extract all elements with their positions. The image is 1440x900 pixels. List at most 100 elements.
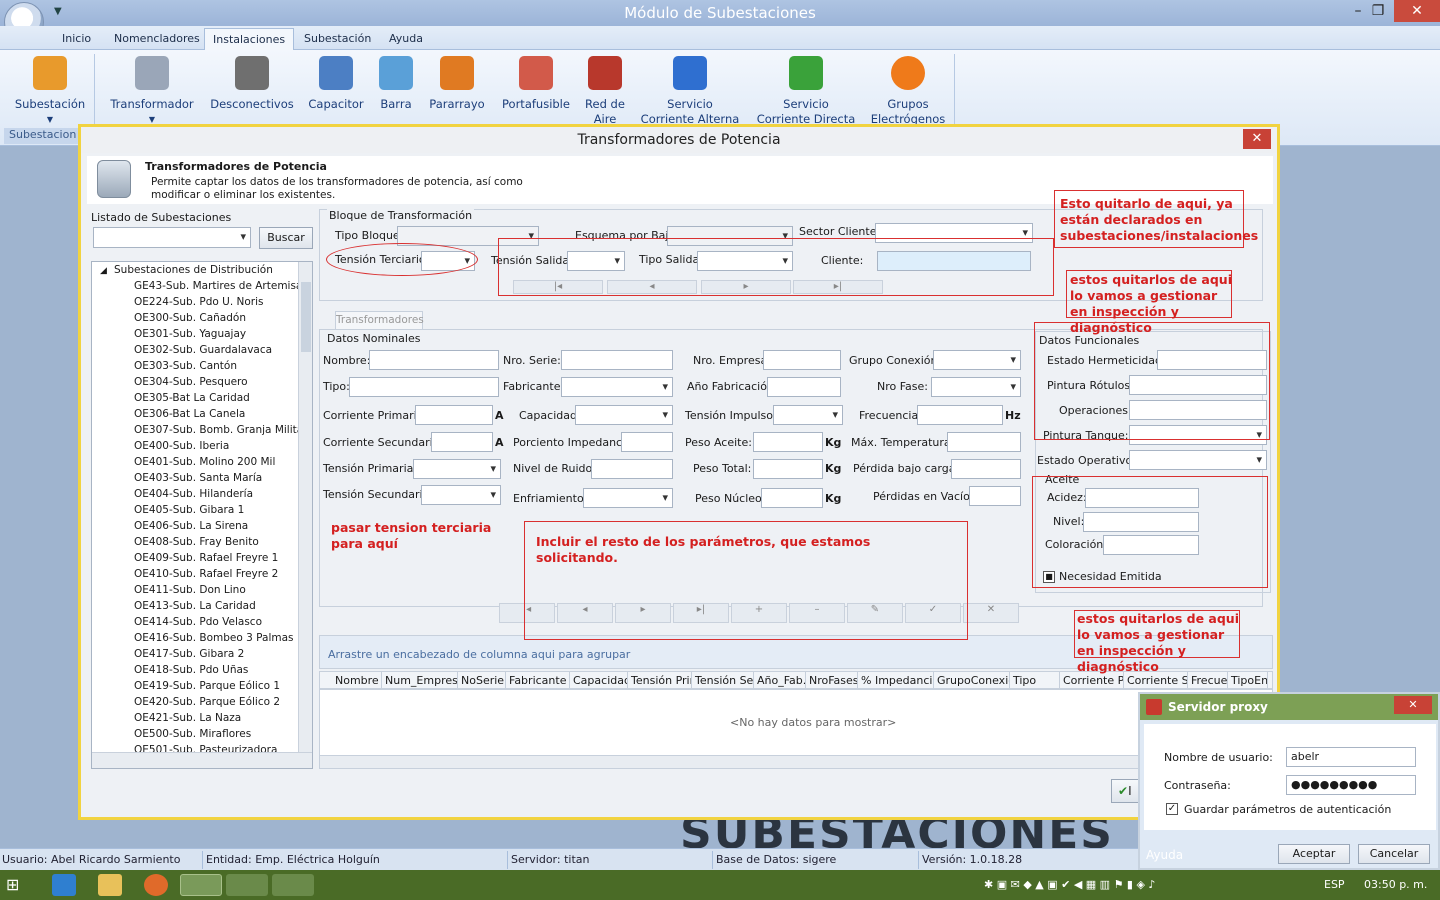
tree-item[interactable]: OE418-Sub. Pdo Uñas bbox=[134, 664, 248, 676]
tree-item[interactable]: OE400-Sub. Iberia bbox=[134, 440, 229, 452]
nro-fase-select[interactable]: ▾ bbox=[931, 377, 1021, 397]
grid-column-header[interactable]: Tensión Prim bbox=[628, 672, 692, 688]
peso-nucleo-input[interactable] bbox=[761, 488, 823, 508]
tree-item[interactable]: OE411-Sub. Don Lino bbox=[134, 584, 246, 596]
grid-column-header[interactable]: NoSerie bbox=[458, 672, 506, 688]
menu-instalaciones[interactable]: Instalaciones bbox=[204, 28, 295, 51]
tree-item[interactable]: GE43-Sub. Martires de Artemisa bbox=[134, 280, 302, 292]
tree-item[interactable]: OE410-Sub. Rafael Freyre 2 bbox=[134, 568, 278, 580]
corriente-primaria-input[interactable] bbox=[415, 405, 493, 425]
tree-root[interactable]: Subestaciones de Distribución bbox=[114, 264, 273, 276]
menu-ayuda[interactable]: Ayuda bbox=[389, 32, 423, 45]
quick-access-dropdown-icon[interactable]: ▼ bbox=[54, 6, 62, 17]
capacidad-select[interactable]: ▾ bbox=[575, 405, 673, 425]
grid-column-header[interactable]: Año_Fab. bbox=[754, 672, 806, 688]
corriente-secundaria-input[interactable] bbox=[431, 432, 493, 452]
tree-item[interactable]: OE404-Sub. Hilandería bbox=[134, 488, 253, 500]
tree-item[interactable]: OE301-Sub. Yaguajay bbox=[134, 328, 246, 340]
kaspersky-taskbar-icon[interactable] bbox=[226, 874, 268, 896]
tree-item[interactable]: OE304-Sub. Pesquero bbox=[134, 376, 248, 388]
tree-item[interactable]: OE401-Sub. Molino 200 Mil bbox=[134, 456, 275, 468]
tree-item[interactable]: OE413-Sub. La Caridad bbox=[134, 600, 256, 612]
tree-item[interactable]: OE405-Sub. Gibara 1 bbox=[134, 504, 244, 516]
peso-aceite-input[interactable] bbox=[753, 432, 823, 452]
tree-item[interactable]: OE307-Sub. Bomb. Granja Militar bbox=[134, 424, 308, 436]
tree-item[interactable]: OE305-Bat La Caridad bbox=[134, 392, 250, 404]
windows-start-icon[interactable]: ⊞ bbox=[6, 874, 30, 896]
tree-expand-icon[interactable]: ◢ bbox=[100, 266, 107, 276]
proxy-help-link[interactable]: Ayuda bbox=[1146, 848, 1183, 862]
ribbon-capacitor-button[interactable]: Capacitor bbox=[306, 56, 366, 112]
buscar-button[interactable]: Buscar bbox=[259, 227, 313, 249]
tree-item[interactable]: OE416-Sub. Bombeo 3 Palmas bbox=[134, 632, 294, 644]
perdidas-vacio-input[interactable] bbox=[969, 486, 1021, 506]
cancel-record-icon[interactable]: ✕ bbox=[963, 603, 1019, 623]
tension-impulso-select[interactable]: ▾ bbox=[773, 405, 843, 425]
proxy-cancel-button[interactable]: Cancelar bbox=[1358, 844, 1430, 864]
close-button[interactable]: ✕ bbox=[1394, 0, 1440, 22]
ribbon-grupos-electrogenos-button[interactable]: Grupos Electrógenos bbox=[868, 56, 948, 127]
ribbon-subestacion-button[interactable]: Subestación ▼ bbox=[14, 56, 86, 127]
tree-item[interactable]: OE421-Sub. La Naza bbox=[134, 712, 241, 724]
scroll-thumb[interactable] bbox=[301, 282, 311, 352]
tree-horizontal-scrollbar[interactable] bbox=[92, 752, 312, 768]
tipo-input[interactable] bbox=[349, 377, 499, 397]
menu-inicio[interactable]: Inicio bbox=[62, 32, 91, 45]
tree-item[interactable]: OE406-Sub. La Sirena bbox=[134, 520, 248, 532]
proxy-pass-input[interactable]: ●●●●●●●●● bbox=[1286, 775, 1416, 795]
grupo-conexion-select[interactable]: ▾ bbox=[933, 350, 1021, 370]
tray-language[interactable]: ESP bbox=[1324, 878, 1345, 891]
file-explorer-icon[interactable] bbox=[98, 874, 122, 896]
grid-column-header[interactable]: GrupoConexión bbox=[934, 672, 1010, 688]
grid-column-header[interactable]: Nombre bbox=[332, 672, 382, 688]
proxy-close-icon[interactable]: ✕ bbox=[1394, 696, 1432, 714]
tree-item[interactable]: OE417-Sub. Gibara 2 bbox=[134, 648, 244, 660]
tree-item[interactable]: OE302-Sub. Guardalavaca bbox=[134, 344, 272, 356]
menu-nomencladores[interactable]: Nomencladores bbox=[114, 32, 200, 45]
tree-item[interactable]: OE500-Sub. Miraflores bbox=[134, 728, 251, 740]
nivel-ruido-input[interactable] bbox=[591, 459, 673, 479]
estado-operativo-select[interactable]: ▾ bbox=[1129, 450, 1267, 470]
nombre-input[interactable] bbox=[369, 350, 499, 370]
ribbon-desconectivos-button[interactable]: Desconectivos bbox=[208, 56, 296, 112]
tree-item[interactable]: OE224-Sub. Pdo U. Noris bbox=[134, 296, 264, 308]
perdida-carga-input[interactable] bbox=[951, 459, 1021, 479]
grid-column-header[interactable]: NroFases bbox=[806, 672, 858, 688]
tab-transformadores[interactable]: Transformadores bbox=[335, 311, 424, 329]
peso-total-input[interactable] bbox=[753, 459, 823, 479]
tree-item[interactable]: OE306-Bat La Canela bbox=[134, 408, 245, 420]
grid-column-header[interactable]: Capacidad bbox=[570, 672, 628, 688]
menu-subestacion[interactable]: Subestación bbox=[304, 32, 371, 45]
ribbon-pararrayo-button[interactable]: Pararrayo bbox=[426, 56, 488, 112]
tools-taskbar-icon[interactable] bbox=[272, 874, 314, 896]
accept-checkmark-button[interactable]: ✔I bbox=[1111, 779, 1141, 803]
tree-item[interactable]: OE403-Sub. Santa María bbox=[134, 472, 262, 484]
tension-secundaria-select[interactable]: ▾ bbox=[421, 485, 501, 505]
enfriamiento-select[interactable]: ▾ bbox=[583, 488, 673, 508]
grid-column-header[interactable]: Tipo bbox=[1010, 672, 1060, 688]
grid-horizontal-scrollbar[interactable] bbox=[319, 755, 1273, 769]
grid-column-header[interactable]: Num_Empresa bbox=[382, 672, 458, 688]
ribbon-transformador-button[interactable]: Transformador ▼ bbox=[106, 56, 198, 127]
subestacion-search-combo[interactable]: ▾ bbox=[93, 227, 251, 248]
tension-primaria-select[interactable]: ▾ bbox=[413, 459, 501, 479]
tree-item[interactable]: OE300-Sub. Cañadón bbox=[134, 312, 246, 324]
tree-item[interactable]: OE419-Sub. Parque Eólico 1 bbox=[134, 680, 280, 692]
ribbon-servicio-cd-button[interactable]: Servicio Corriente Directa bbox=[754, 56, 858, 127]
porciento-impedancia-input[interactable] bbox=[621, 432, 673, 452]
tray-icons[interactable]: ✱ ▣ ✉ ◆ ▲ ▣ ✔ ◀ ▦ ▥ ⚑ ▮ ◈ ♪ bbox=[984, 878, 1155, 891]
tree-item[interactable]: OE420-Sub. Parque Eólico 2 bbox=[134, 696, 280, 708]
tree-item[interactable]: OE409-Sub. Rafael Freyre 1 bbox=[134, 552, 278, 564]
nro-empresa-input[interactable] bbox=[763, 350, 841, 370]
maximize-button[interactable]: ❐ bbox=[1363, 0, 1393, 22]
firefox-icon[interactable] bbox=[144, 874, 168, 896]
proxy-remember-checkbox[interactable]: ✓ bbox=[1166, 803, 1178, 815]
ribbon-barra-button[interactable]: Barra bbox=[376, 56, 416, 112]
ribbon-portafusible-button[interactable]: Portafusible bbox=[500, 56, 572, 112]
grid-column-header[interactable]: Tensión Sec bbox=[692, 672, 754, 688]
tree-item[interactable]: OE303-Sub. Cantón bbox=[134, 360, 237, 372]
max-temperatura-input[interactable] bbox=[947, 432, 1021, 452]
tree-item[interactable]: OE408-Sub. Fray Benito bbox=[134, 536, 259, 548]
proxy-accept-button[interactable]: Aceptar bbox=[1278, 844, 1350, 864]
frecuencia-input[interactable] bbox=[917, 405, 1003, 425]
